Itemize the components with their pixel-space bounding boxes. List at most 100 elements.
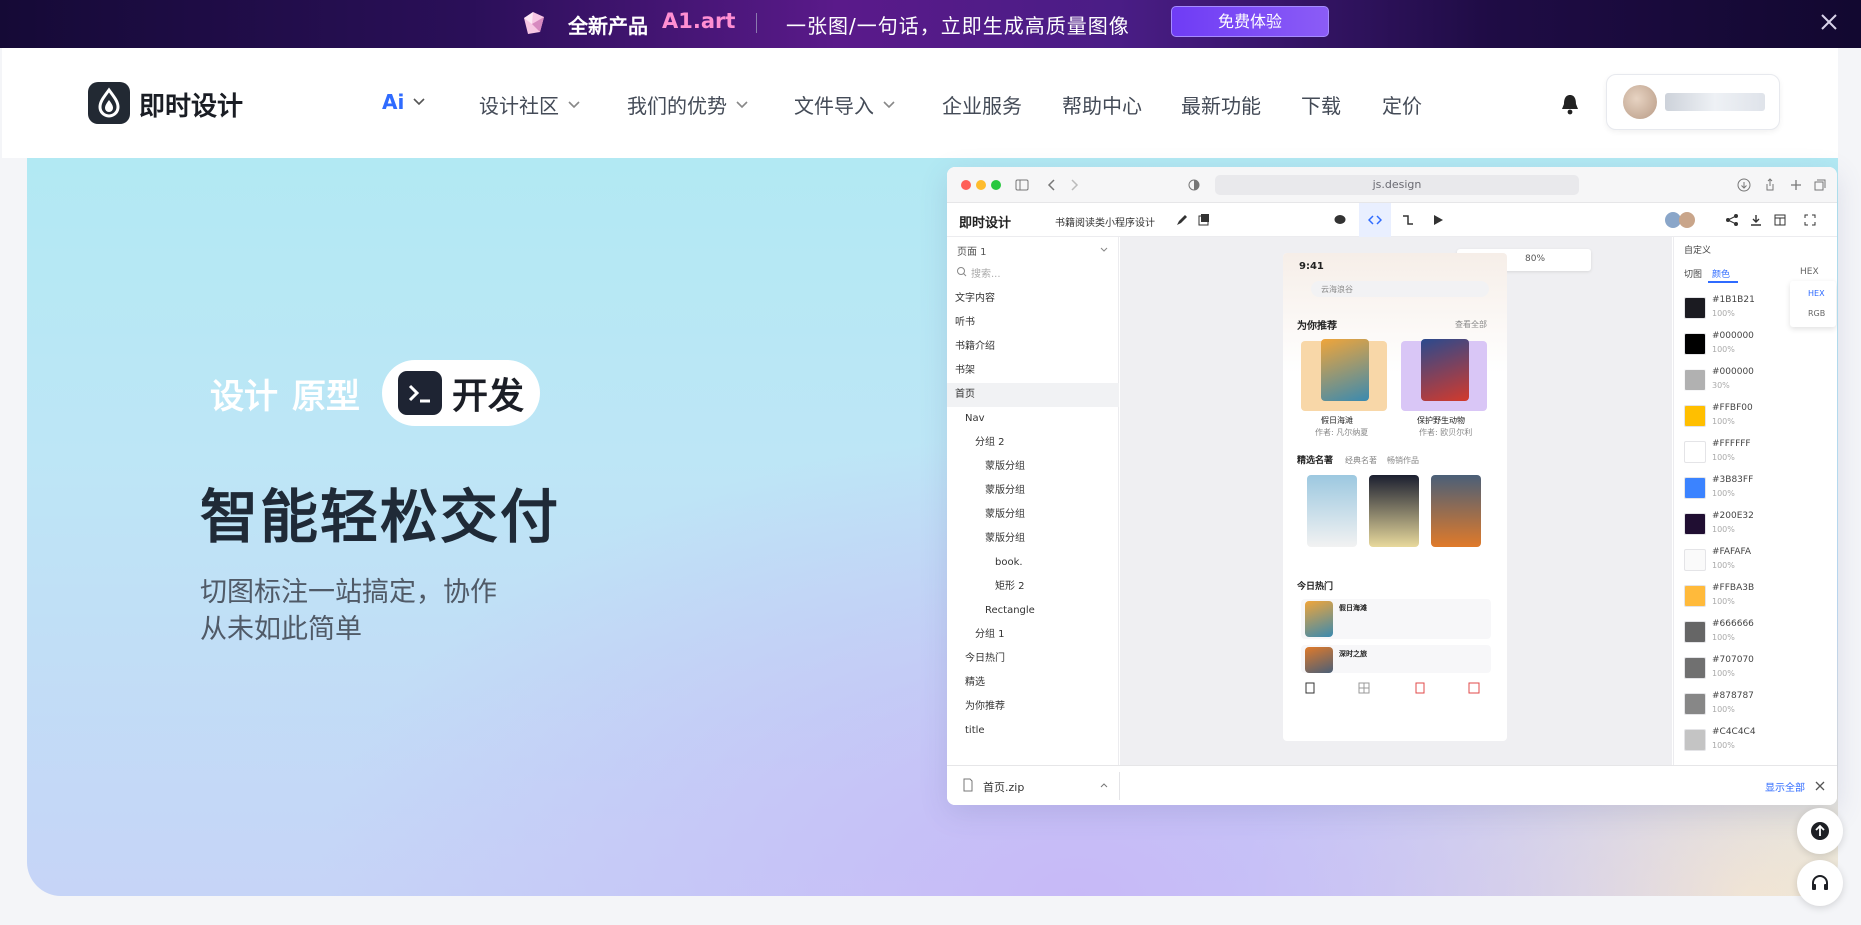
color-swatch-row[interactable]: #FFFFFF 100% — [1684, 437, 1834, 471]
grid-icon — [1358, 682, 1370, 694]
phone-section-featured: 精选名著 — [1297, 456, 1334, 466]
color-hex: #707070 — [1712, 655, 1754, 665]
prototype-icon — [1403, 215, 1413, 225]
layer-item[interactable]: 蒙版分组 — [947, 479, 1119, 503]
tag-prototype[interactable]: 原型 — [292, 369, 360, 418]
bell-icon[interactable] — [1559, 92, 1581, 116]
layer-item[interactable]: 蒙版分组 — [947, 503, 1119, 527]
hero-subtitle: 切图标注一站搞定，协作 从未如此简单 — [200, 577, 497, 645]
user-menu[interactable] — [1606, 74, 1780, 130]
book-icon — [1305, 682, 1315, 694]
forward-icon — [1071, 179, 1079, 191]
chevron-up-icon — [1100, 783, 1108, 788]
promo-divider — [756, 13, 757, 33]
color-opacity: 100% — [1712, 633, 1735, 642]
tabs-icon — [1814, 179, 1826, 191]
format-select[interactable]: HEX — [1800, 267, 1819, 277]
brand-name[interactable]: 即时设计 — [139, 86, 243, 123]
nav-item-advantages[interactable]: 我们的优势 — [627, 90, 749, 119]
page-select[interactable]: 页面 1 — [957, 243, 987, 258]
color-chip — [1684, 585, 1706, 607]
layer-item[interactable]: Rectangle — [947, 599, 1119, 623]
layer-item[interactable]: book. — [947, 551, 1119, 575]
color-swatch-row[interactable]: #FFBF00 100% — [1684, 401, 1834, 435]
color-swatch-row[interactable]: #FFBA3B 100% — [1684, 581, 1834, 615]
color-swatch-row[interactable]: #200E32 100% — [1684, 509, 1834, 543]
tab-colors[interactable]: 颜色 — [1712, 267, 1730, 280]
editor-toolbar: 即时设计 书籍阅读类小程序设计 — [947, 203, 1837, 237]
color-swatch-row[interactable]: #3B83FF 100% — [1684, 473, 1834, 507]
color-swatch-row[interactable]: #C4C4C4 100% — [1684, 725, 1834, 759]
layers-search-input[interactable]: 搜索... — [971, 265, 1001, 280]
promo-try-button[interactable]: 免费体验 — [1171, 6, 1329, 37]
close-icon[interactable] — [1816, 9, 1842, 35]
download-file-name[interactable]: 首页.zip — [983, 779, 1024, 795]
scroll-top-button[interactable] — [1797, 808, 1843, 854]
nav-item-pricing[interactable]: 定价 — [1382, 90, 1422, 119]
export-icon — [1751, 215, 1761, 226]
tag-design[interactable]: 设计 — [210, 369, 278, 418]
nav-item-whatsnew[interactable]: 最新功能 — [1181, 90, 1261, 119]
layer-item[interactable]: 精选 — [947, 671, 1119, 695]
hot-item: 深时之旅 — [1301, 645, 1491, 673]
book-cover — [1321, 339, 1369, 401]
nav-item-import[interactable]: 文件导入 — [794, 90, 896, 119]
color-swatch-row[interactable]: #FAFAFA 100% — [1684, 545, 1834, 579]
color-swatch-row[interactable]: #666666 100% — [1684, 617, 1834, 651]
color-hex: #200E32 — [1712, 511, 1754, 521]
color-swatch-row[interactable]: #000000 100% — [1684, 329, 1834, 363]
color-swatch-row[interactable]: #707070 100% — [1684, 653, 1834, 687]
layer-item[interactable]: 分组 1 — [947, 623, 1119, 647]
format-dropdown: HEX RGB — [1790, 281, 1836, 327]
share-icon — [1766, 178, 1774, 191]
close-icon[interactable] — [1813, 779, 1827, 793]
download-icon — [1737, 178, 1751, 192]
layer-item[interactable]: 蒙版分组 — [947, 455, 1119, 479]
color-swatch-row[interactable]: #000000 30% — [1684, 365, 1834, 399]
layer-item[interactable]: 首页 — [947, 383, 1119, 407]
layer-item[interactable]: 矩形 2 — [947, 575, 1119, 599]
format-option-hex[interactable]: HEX — [1808, 289, 1825, 298]
layer-item[interactable]: 分组 2 — [947, 431, 1119, 455]
logo-icon[interactable] — [88, 82, 130, 124]
profile-icon — [1468, 682, 1480, 694]
layer-item[interactable]: 蒙版分组 — [947, 527, 1119, 551]
layer-item[interactable]: 文字内容 — [947, 287, 1119, 311]
show-all-link[interactable]: 显示全部 — [1765, 779, 1805, 794]
layer-item[interactable]: 书籍介绍 — [947, 335, 1119, 359]
phone-artboard: 9:41 云海浪谷 为你推荐 查看全部 假日海滩 作者: 凡尔纳夏 保护野生动物… — [1283, 253, 1507, 741]
layer-item[interactable]: 为你推荐 — [947, 695, 1119, 719]
color-swatch-row[interactable]: #878787 100% — [1684, 689, 1834, 723]
layer-item[interactable]: 听书 — [947, 311, 1119, 335]
nav-item-community[interactable]: 设计社区 — [479, 90, 581, 119]
chevron-down-icon — [1100, 247, 1108, 252]
book-cover — [1421, 339, 1469, 401]
format-option-rgb[interactable]: RGB — [1808, 309, 1825, 318]
layer-item[interactable]: 书架 — [947, 359, 1119, 383]
chevron-down-icon — [736, 100, 748, 108]
tab-slices[interactable]: 切图 — [1684, 267, 1702, 280]
support-button[interactable] — [1797, 860, 1843, 906]
nav-item-help[interactable]: 帮助中心 — [1062, 90, 1142, 119]
book-author: 作者: 凡尔纳夏 — [1315, 428, 1369, 437]
color-opacity: 30% — [1712, 381, 1730, 390]
color-chip — [1684, 477, 1706, 499]
tag-develop[interactable]: 开发 — [382, 360, 541, 426]
project-name: 书籍阅读类小程序设计 — [1055, 218, 1155, 229]
gem-icon — [524, 12, 544, 34]
nav-item-enterprise[interactable]: 企业服务 — [942, 90, 1022, 119]
color-hex: #FFBF00 — [1712, 403, 1753, 413]
promo-banner[interactable]: 全新产品 A1.art 一张图/一句话，立即生成高质量图像 免费体验 — [0, 0, 1861, 48]
privacy-icon — [1188, 179, 1200, 191]
layer-item[interactable]: title — [947, 719, 1119, 743]
color-hex: #000000 — [1712, 367, 1754, 377]
layer-item[interactable]: 今日热门 — [947, 647, 1119, 671]
new-tab-icon — [1791, 180, 1801, 190]
nav-item-ai[interactable]: Ai — [382, 90, 426, 114]
layer-item[interactable]: Nav — [947, 407, 1119, 431]
book-title: 保护野生动物 — [1417, 416, 1465, 425]
nav-item-download[interactable]: 下载 — [1301, 90, 1341, 119]
chevron-down-icon — [883, 100, 895, 108]
collaborator-avatars — [1665, 212, 1699, 228]
download-bar: 首页.zip 显示全部 — [947, 765, 1837, 805]
